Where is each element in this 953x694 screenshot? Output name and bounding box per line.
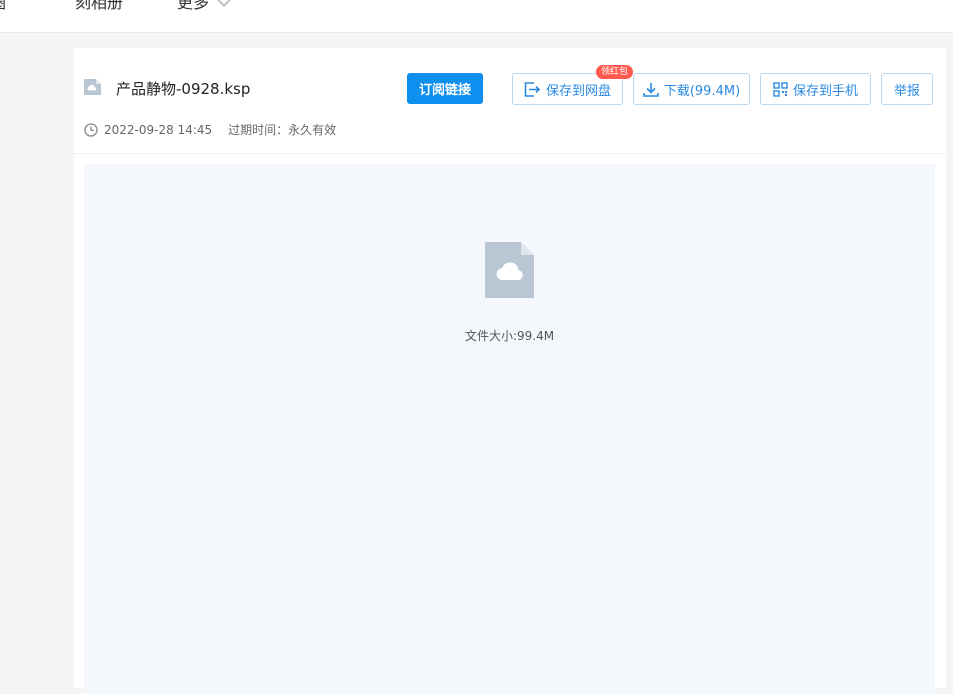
save-to-phone-label: 保存到手机 xyxy=(792,83,858,99)
qrcode-icon xyxy=(773,81,788,97)
download-icon xyxy=(643,82,659,97)
file-cloud-icon-large xyxy=(485,242,534,298)
top-nav: 圈 刻相册 更多 xyxy=(0,0,953,33)
chevron-down-icon[interactable] xyxy=(216,0,232,8)
divider xyxy=(74,153,946,154)
nav-item-more[interactable]: 更多 xyxy=(177,0,209,13)
subscribe-link-button[interactable]: 订阅链接 xyxy=(407,73,483,104)
file-size-label: 文件大小:99.4M xyxy=(464,329,555,343)
save-to-disk-icon xyxy=(524,81,541,97)
file-meta: 2022-09-28 14:45 过期时间： 永久有效 xyxy=(84,121,336,138)
report-button[interactable]: 举报 xyxy=(881,73,933,105)
download-button[interactable]: 下载(99.4M) xyxy=(633,73,750,105)
file-name: 产品静物-0928.ksp xyxy=(116,80,251,98)
expire-label: 过期时间： xyxy=(228,123,289,137)
expire-value: 永久有效 xyxy=(288,123,337,137)
clock-icon xyxy=(84,122,98,137)
save-to-disk-label: 保存到网盘 xyxy=(545,83,611,99)
file-preview-area: 文件大小:99.4M xyxy=(84,164,935,694)
nav-item-partial[interactable]: 圈 xyxy=(0,0,6,13)
nav-item-albums[interactable]: 刻相册 xyxy=(75,0,123,13)
file-cloud-icon xyxy=(84,79,101,95)
file-card: 产品静物-0928.ksp 订阅链接 保存到网盘 领红包 下载(99.4M) 保… xyxy=(74,48,946,694)
download-label: 下载(99.4M) xyxy=(663,83,741,99)
upload-date: 2022-09-28 14:45 xyxy=(104,122,213,137)
save-to-phone-button[interactable]: 保存到手机 xyxy=(760,73,871,105)
red-packet-badge: 领红包 xyxy=(596,65,634,79)
